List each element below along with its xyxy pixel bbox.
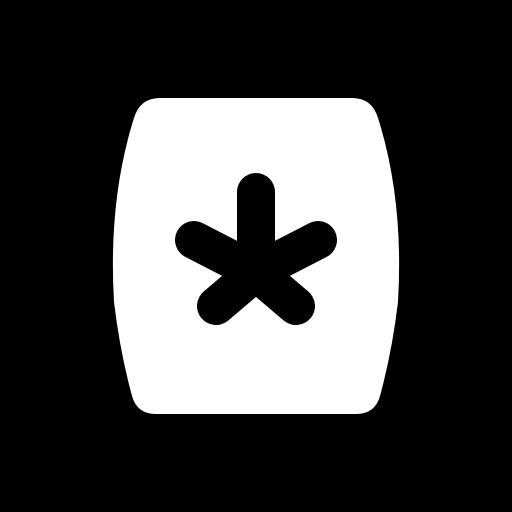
barrel-asterisk-icon-svg — [0, 0, 512, 512]
barrel-asterisk-icon — [0, 0, 512, 512]
app-icon-canvas — [0, 0, 512, 512]
asterisk-arm-bottom-right — [237, 253, 315, 325]
